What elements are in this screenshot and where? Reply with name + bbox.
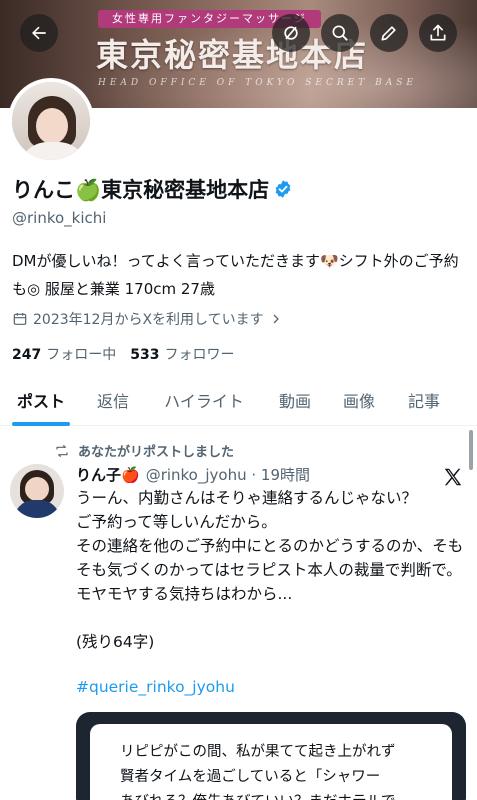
back-button[interactable]: [20, 14, 58, 52]
profile-avatar[interactable]: [8, 78, 94, 164]
profile-tabs: ポスト 返信 ハイライト 動画 画像 記事: [0, 374, 477, 426]
share-button[interactable]: [419, 14, 457, 52]
profile-handle: @rinko_kichi: [12, 209, 107, 227]
profile-name: りんこ🍏東京秘密基地本店: [12, 178, 270, 202]
following-link[interactable]: 247 フォロー中: [12, 344, 116, 364]
followers-label: フォロワー: [164, 347, 235, 363]
profile-bio: DMが優しいね！ってよく言っていただきます🐶シフト外のご予約も◎ 服屋と兼業 1…: [12, 252, 459, 298]
follow-stats: 247 フォロー中 533 フォロワー: [12, 344, 248, 364]
search-button[interactable]: [321, 14, 359, 52]
post-hashtag[interactable]: #querie_rinko_jyohu: [76, 678, 235, 696]
grok-icon: [284, 26, 298, 40]
joined-text: 2023年12月からXを利用しています: [33, 312, 264, 328]
grok-button[interactable]: [272, 14, 310, 52]
calendar-icon: [13, 313, 27, 325]
back-arrow-icon: [32, 26, 46, 40]
scrollbar[interactable]: [469, 430, 473, 470]
x-logo-icon: [444, 468, 462, 486]
repost-indicator: あなたがリポストしました: [54, 441, 234, 460]
tab-articles[interactable]: 記事: [392, 374, 456, 426]
verified-badge-icon[interactable]: [273, 179, 293, 199]
repost-text: あなたがリポストしました: [78, 445, 235, 460]
followers-count: 533: [130, 347, 160, 363]
following-label: フォロー中: [46, 347, 117, 363]
post-author-avatar[interactable]: [10, 464, 64, 518]
post-header: りん子🍎 @rinko_jyohu · 19時間: [76, 464, 310, 485]
repost-icon: [56, 444, 68, 457]
card-text: リピピがこの間、私が果てて起き上がれず 賢者タイムを過ごしていると「シャワー あ…: [120, 744, 396, 800]
chevron-right-icon: [273, 314, 279, 324]
joined-date[interactable]: 2023年12月からXを利用しています: [12, 309, 287, 329]
profile-name-row: りんこ🍏東京秘密基地本店: [12, 174, 293, 204]
banner-english: HEAD OFFICE OF TOKYO SECRET BASE: [98, 78, 417, 88]
post-author-meta: @rinko_jyohu · 19時間: [145, 466, 310, 484]
card-image-content: リピピがこの間、私が果てて起き上がれず 賢者タイムを過ごしていると「シャワー あ…: [90, 724, 452, 800]
post-author-name[interactable]: りん子🍎: [76, 464, 140, 485]
tab-videos[interactable]: 動画: [264, 374, 326, 426]
post-text: うーん、内勤さんはそりゃ連絡するんじゃない？ ご予約って等しいんだから。 その連…: [76, 489, 464, 651]
tab-replies[interactable]: 返信: [82, 374, 144, 426]
share-icon: [430, 24, 446, 41]
edit-button[interactable]: [370, 14, 408, 52]
edit-icon: [381, 26, 396, 41]
post-image-card[interactable]: リピピがこの間、私が果てて起き上がれず 賢者タイムを過ごしていると「シャワー あ…: [76, 712, 466, 800]
tab-posts[interactable]: ポスト: [0, 374, 82, 426]
followers-link[interactable]: 533 フォロワー: [130, 344, 234, 364]
following-count: 247: [12, 347, 42, 363]
tab-images[interactable]: 画像: [326, 374, 392, 426]
tab-highlights[interactable]: ハイライト: [144, 374, 264, 426]
search-icon: [332, 25, 348, 41]
